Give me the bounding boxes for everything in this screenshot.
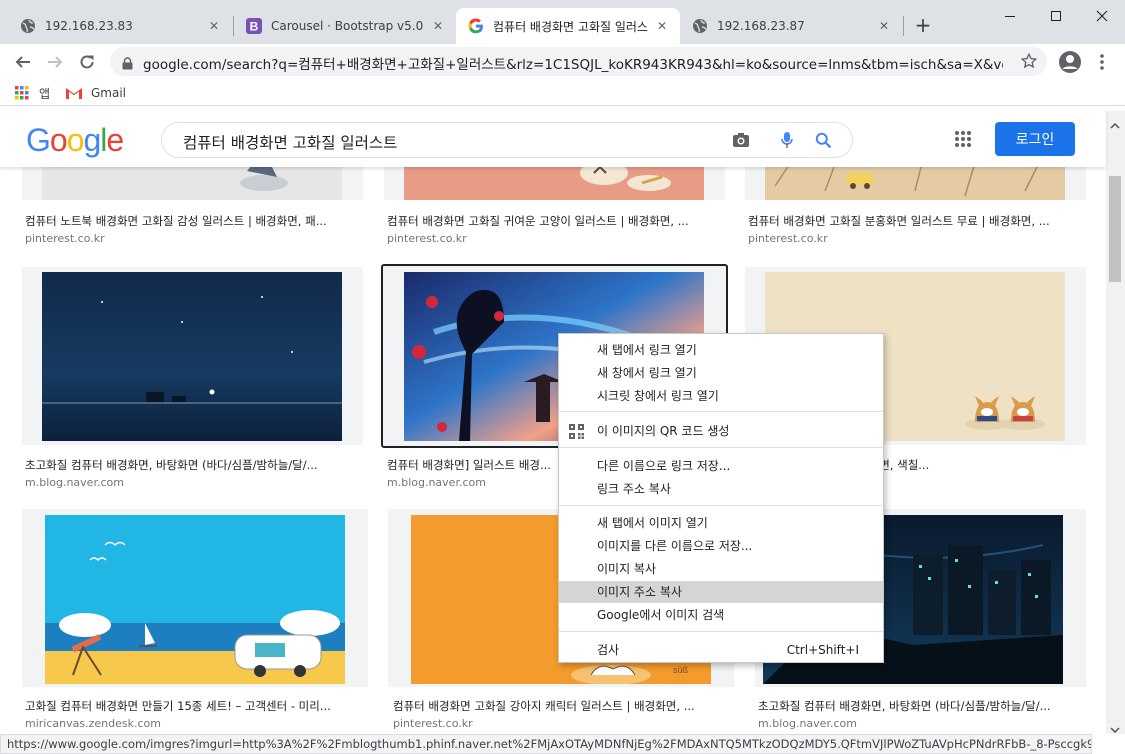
result-caption[interactable]: 초고화질 컴퓨터 배경화면, 바탕화면 (바다/심플/밤하늘/달/...	[758, 698, 1083, 714]
forward-button[interactable]	[41, 48, 69, 76]
lock-icon[interactable]	[122, 55, 133, 74]
menu-item-inspect[interactable]: 검사 Ctrl+Shift+I	[559, 639, 883, 661]
scroll-down-icon[interactable]	[1110, 719, 1120, 738]
maximize-button[interactable]	[1033, 0, 1079, 32]
tab-title: 컴퓨터 배경화면 고화질 일러스	[493, 19, 648, 34]
globe-icon	[20, 18, 36, 34]
url-text[interactable]: google.com/search?q=컴퓨터+배경화면+고화질+일러스트&rl…	[143, 53, 1003, 73]
menu-item-copy-image-address[interactable]: 이미지 주소 복사	[559, 581, 883, 603]
scrollbar-thumb[interactable]	[1109, 176, 1121, 282]
tab-strip: 192.168.23.83 ✕ B Carousel · Bootstrap v…	[0, 0, 1125, 44]
result-card[interactable]: 초고화질 컴퓨터 배경화면, 바탕화면 (바다/심플/밤하늘/달/... m.b…	[22, 267, 363, 492]
google-header: Google 컴퓨터 배경화면 고화질 일러스트 로그인	[0, 111, 1106, 167]
menu-separator	[559, 447, 883, 448]
bookmark-label: 앱	[39, 86, 51, 101]
result-caption[interactable]: 컴퓨터 배경화면 고화질 귀여운 고양이 일러스트 | 배경화면, ...	[387, 213, 722, 229]
bookmarks-bar: 앱 Gmail	[0, 80, 1125, 106]
tab-title: 192.168.23.83	[45, 19, 133, 33]
menu-separator	[559, 505, 883, 506]
result-thumbnail[interactable]	[45, 515, 345, 684]
result-caption[interactable]: 컴퓨터 배경화면 고화질 강아지 캐릭터 일러스트 | 배경화면, ...	[393, 698, 731, 714]
camera-icon[interactable]	[732, 132, 750, 152]
menu-item-search-google-image[interactable]: Google에서 이미지 검색	[559, 604, 883, 626]
bookmark-gmail[interactable]: Gmail	[66, 84, 126, 102]
result-source[interactable]: pinterest.co.kr	[748, 232, 828, 245]
bookmark-label: Gmail	[91, 86, 127, 100]
profile-avatar-icon[interactable]	[1058, 50, 1082, 74]
result-caption[interactable]: 고화질 컴퓨터 배경화면 만들기 15종 세트! – 고객센터 - 미리...	[25, 698, 365, 714]
result-source[interactable]: pinterest.co.kr	[25, 232, 105, 245]
apps-grid-icon	[15, 86, 29, 100]
new-tab-button[interactable]: +	[912, 13, 934, 37]
status-bar-url: https://www.google.com/imgres?imgurl=htt…	[0, 734, 1092, 754]
result-source[interactable]: miricanvas.zendesk.com	[25, 717, 161, 730]
menu-item-qr-code[interactable]: 이 이미지의 QR 코드 생성	[559, 420, 883, 442]
reload-button[interactable]	[73, 48, 101, 76]
tab-title: 192.168.23.87	[717, 19, 805, 33]
back-button[interactable]	[9, 48, 37, 76]
login-button[interactable]: 로그인	[995, 122, 1075, 156]
svg-text:B: B	[250, 20, 259, 34]
microphone-icon[interactable]	[780, 131, 794, 153]
search-box[interactable]: 컴퓨터 배경화면 고화질 일러스트	[161, 122, 853, 158]
google-icon	[468, 18, 484, 34]
google-apps-icon[interactable]	[954, 130, 972, 152]
close-icon[interactable]: ✕	[206, 18, 222, 34]
minimize-button[interactable]	[987, 0, 1033, 32]
globe-icon	[692, 18, 708, 34]
bookmark-apps[interactable]: 앱	[15, 84, 50, 102]
menu-item-copy-link-address[interactable]: 링크 주소 복사	[559, 478, 883, 500]
tab-3-active[interactable]: 컴퓨터 배경화면 고화질 일러스 ✕	[456, 8, 680, 44]
result-caption[interactable]: 초고화질 컴퓨터 배경화면, 바탕화면 (바다/심플/밤하늘/달/...	[25, 457, 360, 473]
tab-title: Carousel · Bootstrap v5.0	[271, 19, 424, 33]
result-caption[interactable]: 컴퓨터 노트북 배경화면 고화질 감성 일러스트 | 배경화면, 패...	[25, 213, 360, 229]
menu-item-open-link-new-window[interactable]: 새 창에서 링크 열기	[559, 362, 883, 384]
window-close-button[interactable]	[1079, 0, 1125, 32]
bookmark-star-icon[interactable]	[1020, 52, 1038, 74]
result-card[interactable]: 고화질 컴퓨터 배경화면 만들기 15종 세트! – 고객센터 - 미리... …	[22, 509, 368, 734]
result-source[interactable]: m.blog.naver.com	[25, 476, 124, 489]
tab-2[interactable]: B Carousel · Bootstrap v5.0 ✕	[234, 8, 456, 44]
google-logo[interactable]: Google	[26, 122, 124, 159]
result-source[interactable]: pinterest.co.kr	[387, 232, 467, 245]
menu-item-open-link-incognito[interactable]: 시크릿 창에서 링크 열기	[559, 385, 883, 407]
search-input[interactable]: 컴퓨터 배경화면 고화질 일러스트	[183, 131, 397, 153]
gmail-icon	[66, 87, 82, 99]
menu-item-copy-image[interactable]: 이미지 복사	[559, 558, 883, 580]
search-icon[interactable]	[815, 132, 832, 153]
result-source[interactable]: m.blog.naver.com	[387, 476, 486, 489]
context-menu: 새 탭에서 링크 열기 새 창에서 링크 열기 시크릿 창에서 링크 열기 이 …	[558, 333, 884, 663]
menu-separator	[559, 411, 883, 412]
result-source[interactable]: pinterest.co.kr	[393, 717, 473, 730]
menu-kebab-icon[interactable]	[1094, 52, 1110, 72]
close-icon[interactable]: ✕	[654, 18, 670, 34]
menu-shortcut: Ctrl+Shift+I	[786, 643, 859, 657]
menu-item-open-image-new-tab[interactable]: 새 탭에서 이미지 열기	[559, 512, 883, 534]
menu-item-save-link-as[interactable]: 다른 이름으로 링크 저장...	[559, 455, 883, 477]
result-thumbnail[interactable]	[42, 272, 342, 441]
scroll-up-icon[interactable]	[1110, 115, 1120, 134]
menu-item-save-image-as[interactable]: 이미지를 다른 이름으로 저장...	[559, 535, 883, 557]
address-bar[interactable]: google.com/search?q=컴퓨터+배경화면+고화질+일러스트&rl…	[110, 47, 1047, 76]
tab-4[interactable]: 192.168.23.87 ✕	[680, 8, 902, 44]
close-icon[interactable]: ✕	[430, 18, 446, 34]
menu-separator	[559, 631, 883, 632]
qr-code-icon	[569, 424, 584, 446]
image-results-area: 컴퓨터 노트북 배경화면 고화질 감성 일러스트 | 배경화면, 패... pi…	[0, 111, 1106, 734]
result-source[interactable]: m.blog.naver.com	[758, 717, 857, 730]
svg-text:süß: süß	[673, 665, 689, 675]
result-caption[interactable]: 컴퓨터 배경화면 고화질 분홍화면 일러스트 무료 | 배경화면, ...	[748, 213, 1083, 229]
tab-1[interactable]: 192.168.23.83 ✕	[8, 8, 232, 44]
bootstrap-icon: B	[246, 18, 262, 34]
menu-item-open-link-new-tab[interactable]: 새 탭에서 링크 열기	[559, 339, 883, 361]
close-icon[interactable]: ✕	[876, 18, 892, 34]
